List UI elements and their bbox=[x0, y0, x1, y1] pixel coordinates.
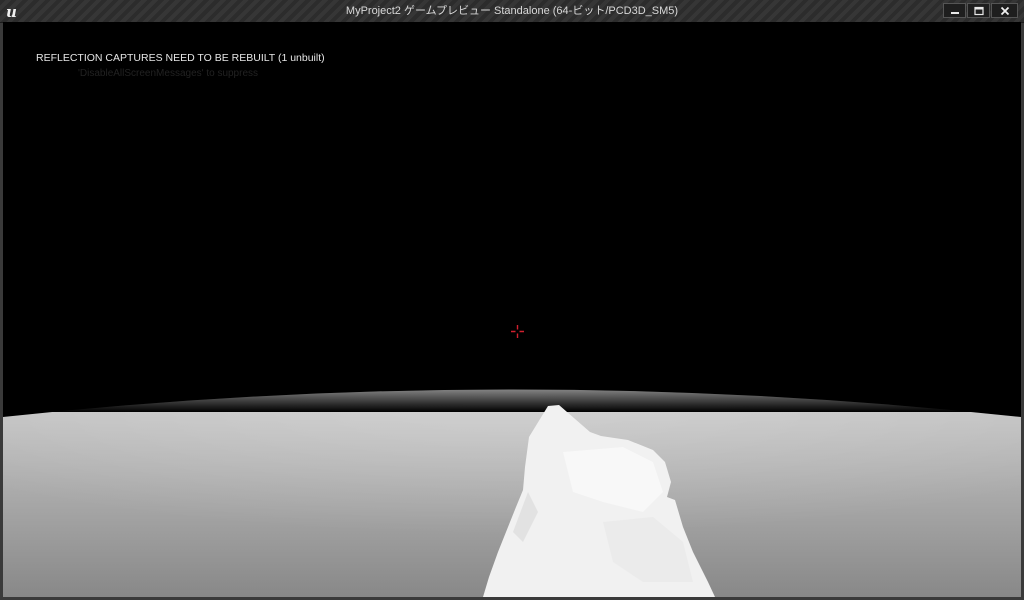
reflection-capture-warning: REFLECTION CAPTURES NEED TO BE REBUILT (… bbox=[36, 52, 325, 64]
first-person-weapon bbox=[483, 405, 715, 597]
minimize-icon bbox=[950, 11, 959, 14]
title-bar[interactable]: u MyProject2 ゲームプレビュー Standalone (64-ビット… bbox=[0, 0, 1024, 23]
window-controls bbox=[943, 3, 1018, 18]
crosshair-icon bbox=[511, 325, 524, 338]
close-button[interactable] bbox=[991, 3, 1018, 18]
game-viewport[interactable]: REFLECTION CAPTURES NEED TO BE REBUILT (… bbox=[3, 22, 1021, 597]
maximize-button[interactable] bbox=[967, 3, 990, 18]
maximize-icon bbox=[973, 6, 984, 15]
minimize-button[interactable] bbox=[943, 3, 966, 18]
window-title: MyProject2 ゲームプレビュー Standalone (64-ビット/P… bbox=[345, 5, 679, 17]
close-icon bbox=[1000, 6, 1009, 15]
game-preview-window: u MyProject2 ゲームプレビュー Standalone (64-ビット… bbox=[0, 0, 1024, 600]
suppress-hint-message: 'DisableAllScreenMessages' to suppress bbox=[78, 68, 259, 79]
